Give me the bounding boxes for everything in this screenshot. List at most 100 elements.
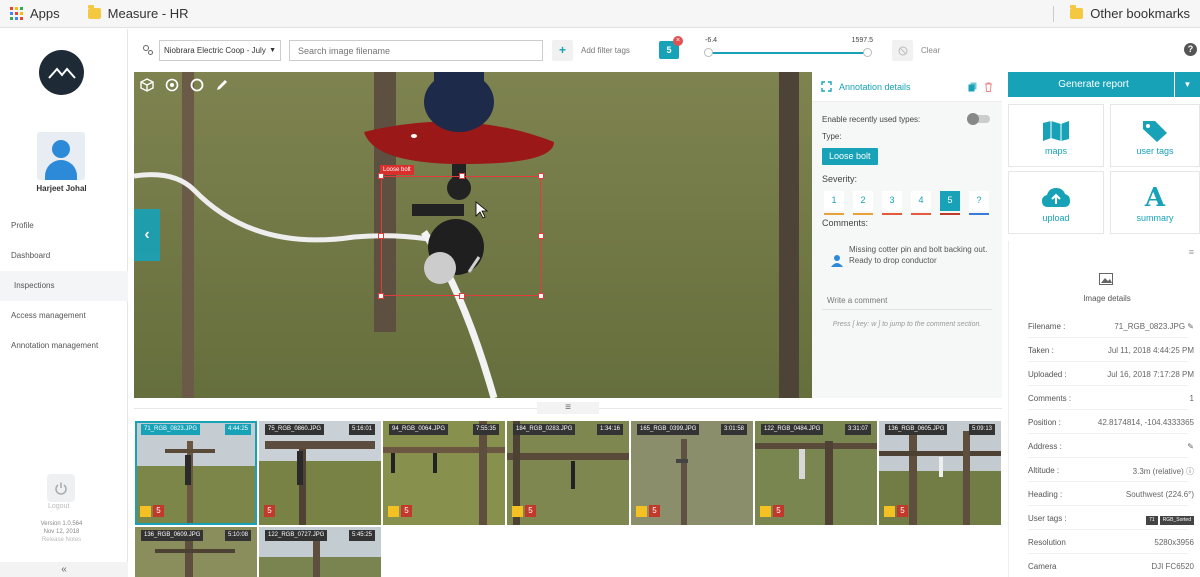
sidebar-item-inspections[interactable]: Inspections	[0, 271, 128, 301]
detail-key: Filename :	[1028, 322, 1066, 331]
annotation-label[interactable]: Loose bolt	[380, 165, 414, 175]
expand-icon[interactable]	[821, 81, 832, 92]
resize-handle[interactable]	[538, 233, 544, 239]
clear-icon[interactable]	[892, 40, 913, 61]
severity-unknown[interactable]: ?	[969, 191, 989, 215]
plus-icon[interactable]: +	[552, 40, 573, 61]
resize-handle[interactable]	[538, 173, 544, 179]
apps-bookmark[interactable]: Apps	[0, 6, 70, 21]
severity-1[interactable]: 1	[824, 191, 844, 215]
circle-tool[interactable]	[184, 72, 209, 98]
range-max-handle[interactable]	[863, 48, 872, 57]
sidebar-item-annotation-management[interactable]: Annotation management	[0, 331, 128, 361]
detail-value: Jul 16, 2018 7:17:28 PM	[1107, 370, 1194, 379]
severity-2[interactable]: 2	[853, 191, 873, 215]
thumbnail[interactable]: 75_RGB_0860.JPG 5:16:01 5	[259, 421, 381, 525]
altitude-value: 3.3m (relative)	[1132, 467, 1184, 476]
sidebar-item-profile[interactable]: Profile	[0, 211, 128, 241]
copy-icon[interactable]	[968, 82, 977, 92]
resize-handle[interactable]	[538, 293, 544, 299]
user-tag[interactable]: 71	[1146, 516, 1158, 525]
thumbnail[interactable]: 71_RGB_0823.JPG 4:44:25 5	[135, 421, 257, 525]
resize-handle[interactable]	[459, 293, 465, 299]
annotation-bounding-box[interactable]	[378, 173, 544, 299]
upload-tile[interactable]: upload	[1008, 171, 1104, 234]
measure-hr-bookmark[interactable]: Measure - HR	[78, 5, 199, 21]
menu-icon[interactable]: ≡	[1189, 247, 1194, 257]
info-icon[interactable]: ⓘ	[1186, 467, 1194, 476]
value-range-slider[interactable]: -6.4 1597.5	[700, 37, 876, 63]
folder-icon	[1070, 5, 1084, 19]
tag-icon	[636, 506, 647, 517]
user-icon-body	[45, 160, 77, 180]
thumbnail[interactable]: 122_RGB_0484.JPG 3:31:07 5	[755, 421, 877, 525]
resize-handle[interactable]	[459, 173, 465, 179]
sidebar-item-access-management[interactable]: Access management	[0, 301, 128, 331]
sidebar: Harjeet Johal Profile Dashboard Inspecti…	[0, 29, 128, 577]
detail-key: Resolution	[1028, 538, 1066, 547]
chevron-down-icon[interactable]: ▼	[1174, 72, 1200, 97]
trash-icon[interactable]	[984, 82, 993, 92]
logout-button[interactable]	[47, 474, 75, 502]
detail-key: Comments :	[1028, 394, 1072, 403]
edit-icon[interactable]: ✎	[1187, 442, 1194, 451]
image-icon	[1099, 273, 1113, 285]
thumbnail[interactable]: 136_RGB_0609.JPG 5:10:08	[135, 527, 257, 577]
user-tags-tile[interactable]: user tags	[1110, 104, 1200, 167]
pencil-tool[interactable]	[209, 72, 234, 98]
resize-handle[interactable]: ≡	[537, 402, 599, 414]
detail-position: Position : 42.8174814, -104.4333365	[1028, 410, 1194, 434]
severity-value: 1	[831, 195, 837, 205]
severity-5[interactable]: 5	[940, 191, 960, 215]
range-min-handle[interactable]	[704, 48, 713, 57]
detail-key: Uploaded :	[1028, 370, 1067, 379]
thumbnail[interactable]: 122_RGB_0727.JPG 5:45:25	[259, 527, 381, 577]
user-tag[interactable]: RGB_Sorted	[1159, 516, 1194, 525]
detail-altitude: Altitude : 3.3m (relative) ⓘ	[1028, 458, 1194, 482]
search-input[interactable]	[289, 40, 543, 61]
apps-label: Apps	[30, 6, 60, 21]
enable-recent-toggle[interactable]	[967, 113, 990, 125]
thumbnail-name: 184_RGB_0283.JPG	[513, 424, 576, 435]
avatar[interactable]	[37, 132, 85, 180]
thumbnail[interactable]: 136_RGB_0605.JPG 5:09:13 5	[879, 421, 1001, 525]
help-icon[interactable]: ?	[1184, 43, 1197, 56]
severity-label: Severity:	[822, 174, 858, 184]
thumbnail[interactable]: 184_RGB_0283.JPG 1:34:16 5	[507, 421, 629, 525]
severity-4[interactable]: 4	[911, 191, 931, 215]
project-select[interactable]: Niobrara Electric Coop - July ▼	[159, 40, 281, 61]
previous-image-button[interactable]: ‹	[134, 209, 160, 261]
thumbnail[interactable]: 94_RGB_0064.JPG 7:55:35 5	[383, 421, 505, 525]
resize-handle[interactable]	[378, 293, 384, 299]
resize-handle[interactable]	[378, 173, 384, 179]
target-tool[interactable]	[159, 72, 184, 98]
app-logo[interactable]	[39, 50, 84, 95]
write-comment-input[interactable]: Write a comment	[827, 296, 887, 305]
thumbnail-time: 5:45:25	[348, 530, 375, 541]
sidebar-item-dashboard[interactable]: Dashboard	[0, 241, 128, 271]
maps-tile[interactable]: maps	[1008, 104, 1104, 167]
remove-filter-icon[interactable]: ×	[673, 36, 683, 46]
version-date: Nov 12, 2018	[43, 529, 80, 535]
edit-icon[interactable]: ✎	[1187, 322, 1194, 331]
image-viewer[interactable]: ‹ Loose bolt	[134, 72, 812, 398]
severity-badge: 5	[525, 505, 536, 517]
detail-value: 71_RGB_0823.JPG ✎	[1114, 322, 1194, 331]
thumbnail-name: 122_RGB_0727.JPG	[265, 530, 328, 541]
annotation-type-button[interactable]: Loose bolt	[822, 148, 878, 165]
summary-tile[interactable]: A summary	[1110, 171, 1200, 234]
severity-3[interactable]: 3	[882, 191, 902, 215]
collapse-sidebar-button[interactable]: «	[0, 562, 128, 577]
cube-tool[interactable]	[134, 72, 159, 98]
add-filter-tags[interactable]: + Add filter tags	[552, 40, 630, 61]
thumbnail-name: 122_RGB_0484.JPG	[761, 424, 824, 435]
settings-filter-icon[interactable]	[142, 44, 154, 56]
thumbnail[interactable]: 165_RGB_0399.JPG 3:01:58 5	[631, 421, 753, 525]
resize-handle[interactable]	[378, 233, 384, 239]
release-notes-link[interactable]: Release Notes	[0, 536, 123, 544]
sidebar-nav: Profile Dashboard Inspections Access man…	[0, 211, 128, 361]
generate-report-button[interactable]: Generate report ▼	[1008, 72, 1200, 97]
pencil-icon	[216, 80, 227, 90]
other-bookmarks[interactable]: Other bookmarks	[1060, 5, 1200, 21]
clear-filters[interactable]: Clear	[892, 40, 940, 61]
